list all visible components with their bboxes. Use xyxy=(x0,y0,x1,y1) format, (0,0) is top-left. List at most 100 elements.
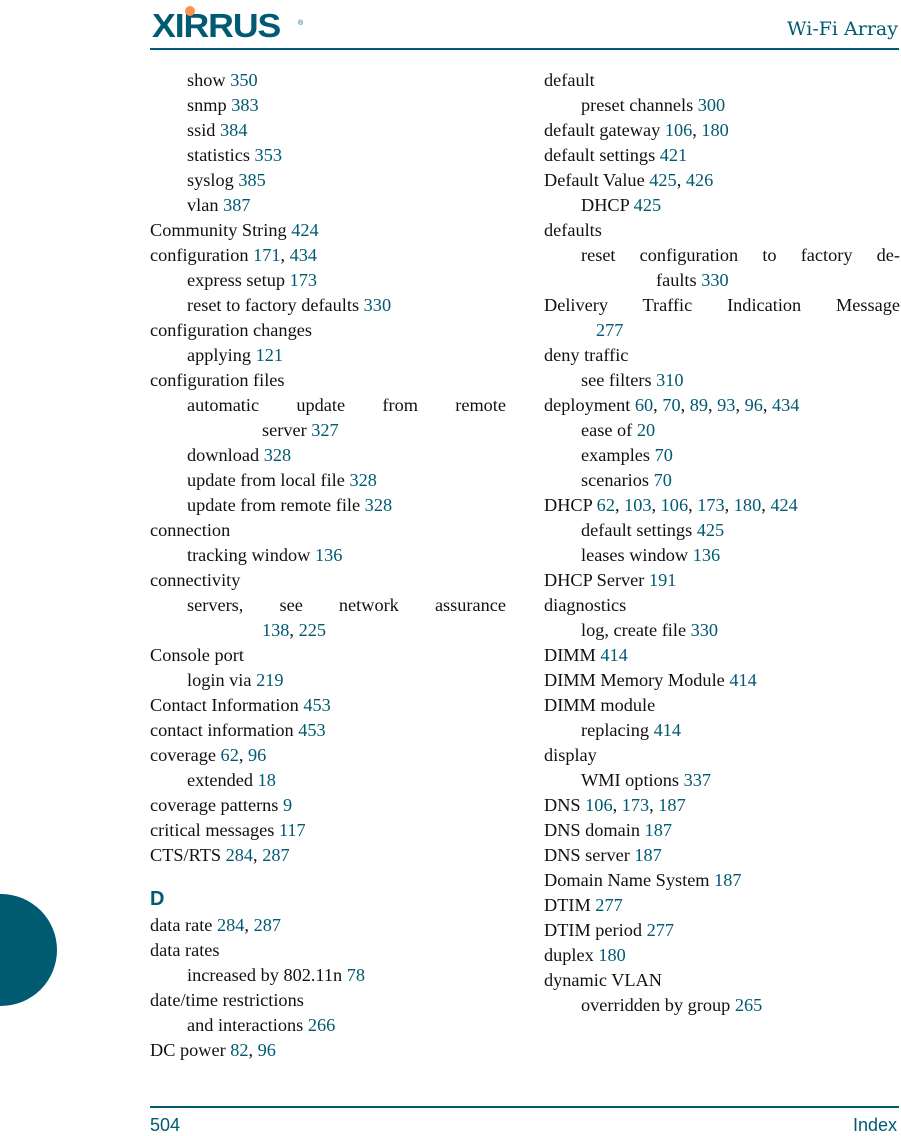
index-entry: Console port xyxy=(150,643,506,668)
index-term: display xyxy=(544,745,597,765)
index-term: vlan xyxy=(187,195,219,215)
page-link[interactable]: 310 xyxy=(656,370,683,390)
page-link[interactable]: 330 xyxy=(364,295,391,315)
page-link[interactable]: 70 xyxy=(662,395,680,415)
page-link[interactable]: 171 xyxy=(253,245,280,265)
page-link[interactable]: 385 xyxy=(238,170,265,190)
page-link[interactable]: 78 xyxy=(347,965,365,985)
page-link[interactable]: 421 xyxy=(660,145,687,165)
page-link[interactable]: 287 xyxy=(254,915,281,935)
page-link[interactable]: 62 xyxy=(221,745,239,765)
page-link[interactable]: 9 xyxy=(283,795,292,815)
page-link[interactable]: 353 xyxy=(255,145,282,165)
index-entry: Default Value 425, 426 xyxy=(544,170,714,190)
page-link[interactable]: 287 xyxy=(262,845,289,865)
page-link[interactable]: 277 xyxy=(596,320,623,340)
index-subentry: update from local file 328 xyxy=(150,468,506,493)
page-link[interactable]: 383 xyxy=(231,95,258,115)
index-entry: coverage 62, 96 xyxy=(150,745,267,765)
page-link[interactable]: 327 xyxy=(311,420,338,440)
index-term: login via xyxy=(187,670,252,690)
page-link[interactable]: 265 xyxy=(735,995,762,1015)
page-link[interactable]: 277 xyxy=(595,895,622,915)
page-link[interactable]: 284 xyxy=(217,915,244,935)
page-link[interactable]: 106 xyxy=(585,795,612,815)
page-link[interactable]: 350 xyxy=(230,70,257,90)
page-link[interactable]: 426 xyxy=(686,170,713,190)
page-link[interactable]: 414 xyxy=(600,645,627,665)
page-link[interactable]: 453 xyxy=(303,695,330,715)
page-link[interactable]: 180 xyxy=(734,495,761,515)
page-link[interactable]: 62 xyxy=(597,495,615,515)
page-link[interactable]: 414 xyxy=(729,670,756,690)
page-link[interactable]: 425 xyxy=(634,195,661,215)
index-entry: data rates xyxy=(150,938,506,963)
index-entry: default xyxy=(544,68,900,93)
page-link[interactable]: 187 xyxy=(658,795,685,815)
page-link[interactable]: 136 xyxy=(315,545,342,565)
index-term: DNS xyxy=(544,795,581,815)
index-entry: default settings 421 xyxy=(544,143,900,168)
page-link[interactable]: 330 xyxy=(691,620,718,640)
page-link[interactable]: 300 xyxy=(698,95,725,115)
page-link[interactable]: 180 xyxy=(701,120,728,140)
page-link[interactable]: 414 xyxy=(654,720,681,740)
page-link[interactable]: 121 xyxy=(256,345,283,365)
page-link[interactable]: 173 xyxy=(697,495,724,515)
page-link[interactable]: 173 xyxy=(290,270,317,290)
page-link[interactable]: 330 xyxy=(701,270,728,290)
page-link[interactable]: 187 xyxy=(634,845,661,865)
page-link[interactable]: 225 xyxy=(299,620,326,640)
page-link[interactable]: 106 xyxy=(661,495,688,515)
page-link[interactable]: 96 xyxy=(745,395,763,415)
page-link[interactable]: 328 xyxy=(264,445,291,465)
index-term: update from local file xyxy=(187,470,345,490)
page-link[interactable]: 103 xyxy=(624,495,651,515)
page-link[interactable]: 117 xyxy=(279,820,306,840)
page-link[interactable]: 434 xyxy=(290,245,317,265)
page-link[interactable]: 138 xyxy=(262,620,289,640)
page-link[interactable]: 18 xyxy=(258,770,276,790)
page-link[interactable]: 82 xyxy=(230,1040,248,1060)
page-link[interactable]: 20 xyxy=(637,420,655,440)
page-link[interactable]: 219 xyxy=(256,670,283,690)
page-link[interactable]: 70 xyxy=(654,470,672,490)
page-link[interactable]: 187 xyxy=(645,820,672,840)
page-link[interactable]: 277 xyxy=(647,920,674,940)
page-link[interactable]: 424 xyxy=(770,495,797,515)
page-link[interactable]: 453 xyxy=(298,720,325,740)
page-link[interactable]: 191 xyxy=(649,570,676,590)
page-link[interactable]: 425 xyxy=(697,520,724,540)
page-link[interactable]: 173 xyxy=(622,795,649,815)
page-link[interactable]: 434 xyxy=(772,395,799,415)
index-entry: date/time restrictions xyxy=(150,988,506,1013)
index-entry: connectivity xyxy=(150,568,506,593)
page-link[interactable]: 136 xyxy=(693,545,720,565)
page-link[interactable]: 96 xyxy=(248,745,266,765)
page-link[interactable]: 387 xyxy=(223,195,250,215)
page-link[interactable]: 96 xyxy=(258,1040,276,1060)
page-link[interactable]: 337 xyxy=(684,770,711,790)
page-link[interactable]: 70 xyxy=(655,445,673,465)
page-link[interactable]: 106 xyxy=(665,120,692,140)
page-link[interactable]: 89 xyxy=(690,395,708,415)
page-link[interactable]: 266 xyxy=(308,1015,335,1035)
index-term: DHCP Server xyxy=(544,570,645,590)
page-link[interactable]: 384 xyxy=(220,120,247,140)
page-link[interactable]: 425 xyxy=(649,170,676,190)
page-link[interactable]: 60 xyxy=(635,395,653,415)
index-term: deny traffic xyxy=(544,345,629,365)
index-term: statistics xyxy=(187,145,250,165)
page-link[interactable]: 284 xyxy=(226,845,253,865)
page-link[interactable]: 328 xyxy=(349,470,376,490)
logo-wordmark: XIRRUS xyxy=(152,7,281,44)
index-entry: duplex 180 xyxy=(544,943,900,968)
page-link[interactable]: 187 xyxy=(714,870,741,890)
page-link[interactable]: 180 xyxy=(598,945,625,965)
index-entry: deny traffic xyxy=(544,343,900,368)
index-entry: coverage patterns 9 xyxy=(150,793,506,818)
index-term: DIMM xyxy=(544,645,596,665)
page-link[interactable]: 93 xyxy=(717,395,735,415)
page-link[interactable]: 424 xyxy=(291,220,318,240)
page-link[interactable]: 328 xyxy=(365,495,392,515)
